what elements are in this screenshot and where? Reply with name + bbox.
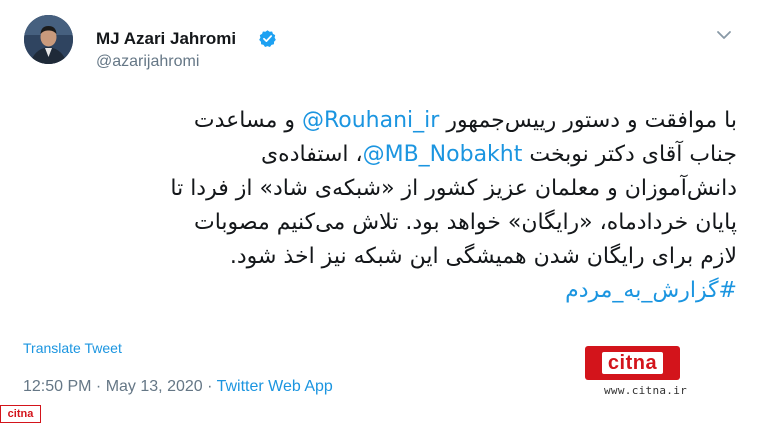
meta-separator: · (91, 378, 106, 395)
chevron-down-icon[interactable] (716, 29, 732, 41)
tweet-card: MJ Azari Jahromi @azarijahromi با موافقت… (0, 0, 767, 423)
citna-url: www.citna.ir (604, 384, 688, 397)
display-name[interactable]: MJ Azari Jahromi (96, 29, 236, 49)
translate-tweet-link[interactable]: Translate Tweet (23, 340, 122, 356)
tweet-text-segment: دانش‌آموزان و معلمان عزیز کشور از «شبکه‌… (170, 176, 737, 201)
citna-logo-text: citna (601, 352, 664, 374)
mention-link[interactable]: @MB_Nobakht (363, 142, 523, 167)
tweet-text-segment: ، استفاده‌ی (260, 142, 363, 167)
tweet-line: #گزارش_به_مردم (17, 274, 737, 308)
user-handle[interactable]: @azarijahromi (96, 53, 199, 71)
tweet-source-link[interactable]: Twitter Web App (217, 378, 333, 395)
tweet-text-segment: پایان خردادماه، «رایگان» خواهد بود. تلاش… (194, 210, 737, 235)
citna-logo: citna (585, 346, 680, 380)
tweet-line: با موافقت و دستور رییس‌جمهور @Rouhani_ir… (17, 104, 737, 138)
tweet-date[interactable]: May 13, 2020 (106, 378, 203, 395)
tweet-text-segment: جناب آقای دکتر نوبخت (522, 142, 737, 167)
meta-separator: · (202, 378, 217, 395)
tweet-meta: 12:50 PM · May 13, 2020 · Twitter Web Ap… (23, 378, 333, 396)
tweet-time[interactable]: 12:50 PM (23, 378, 91, 395)
hashtag-link[interactable]: #گزارش_به_مردم (565, 278, 737, 303)
tweet-line: پایان خردادماه، «رایگان» خواهد بود. تلاش… (17, 206, 737, 240)
tweet-line: جناب آقای دکتر نوبخت @MB_Nobakht، استفاد… (17, 138, 737, 172)
tweet-text-segment: لازم برای رایگان شدن همیشگی این شبکه نیز… (229, 244, 737, 269)
verified-badge-icon (259, 30, 276, 47)
citna-corner-watermark: citna (0, 405, 41, 423)
tweet-text-segment: با موافقت و دستور رییس‌جمهور (439, 108, 737, 133)
tweet-line: لازم برای رایگان شدن همیشگی این شبکه نیز… (17, 240, 737, 274)
avatar[interactable] (24, 15, 73, 64)
tweet-text: با موافقت و دستور رییس‌جمهور @Rouhani_ir… (17, 104, 737, 308)
tweet-line: دانش‌آموزان و معلمان عزیز کشور از «شبکه‌… (17, 172, 737, 206)
tweet-text-segment: و مساعدت (193, 108, 302, 133)
mention-link[interactable]: @Rouhani_ir (302, 108, 439, 133)
